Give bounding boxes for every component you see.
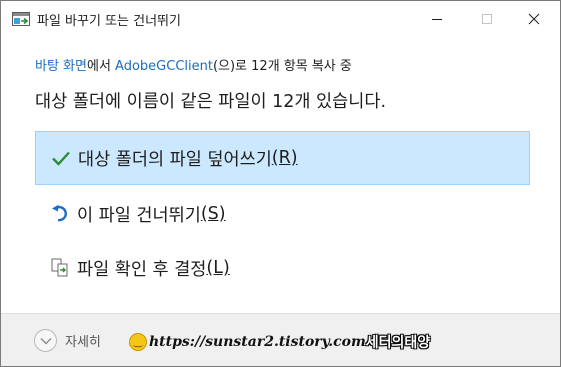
skip-option-label: 이 파일 건너뛰기 (77, 205, 201, 226)
decide-option-label: 파일 확인 후 결정 (77, 259, 207, 280)
subtitle-text-2: (으)로 12개 항목 복사 중 (212, 59, 352, 74)
conflict-headline: 대상 폴더에 이름이 같은 파일이 12개 있습니다. (35, 92, 387, 112)
more-details-button[interactable]: 자세히 (34, 329, 101, 352)
copy-progress-text: 바탕 화면에서 AdobeGCClient(으)로 12개 항목 복사 중 (35, 55, 352, 74)
decide-option-key: (L) (206, 258, 230, 278)
compare-files-icon (49, 257, 71, 279)
close-icon (528, 10, 540, 29)
maximize-icon (481, 10, 493, 29)
watermark-name: 세터의태양 (365, 335, 431, 351)
more-details-label: 자세히 (65, 335, 101, 350)
replace-option-label: 대상 폴더의 파일 덮어쓰기 (78, 149, 272, 170)
chevron-down-icon (34, 329, 57, 352)
window-title: 파일 바꾸기 또는 건너뛰기 (37, 14, 181, 29)
source-folder-link[interactable]: 바탕 화면 (35, 59, 87, 74)
skip-files-option[interactable]: 이 파일 건너뛰기 (S) (35, 187, 530, 241)
skip-option-key: (S) (200, 204, 226, 224)
destination-folder-link[interactable]: AdobeGCClient (115, 59, 213, 74)
subtitle-text-1: 에서 (86, 59, 116, 74)
blog-watermark: ‿ https://sunstar2.tistory.com 세터의태양 (129, 332, 430, 352)
watermark-url: https://sunstar2.tistory.com (149, 334, 366, 350)
smiley-face-icon: ‿ (129, 333, 147, 351)
title-bar[interactable]: 파일 바꾸기 또는 건너뛰기 (1, 1, 560, 37)
skip-arrow-icon (49, 203, 71, 225)
replace-option-key: (R) (271, 148, 298, 168)
file-copy-app-icon (12, 11, 30, 26)
close-button[interactable] (510, 1, 558, 37)
replace-or-skip-dialog: 파일 바꾸기 또는 건너뛰기 바탕 화면에서 AdobeGCClient(으)로… (0, 0, 561, 367)
minimize-icon (431, 10, 443, 29)
maximize-button (463, 1, 511, 37)
footer-divider (1, 313, 560, 314)
minimize-button[interactable] (413, 1, 461, 37)
checkmark-icon (50, 147, 72, 169)
decide-each-file-option[interactable]: 파일 확인 후 결정 (L) (35, 241, 530, 295)
replace-files-option[interactable]: 대상 폴더의 파일 덮어쓰기 (R) (35, 131, 530, 185)
